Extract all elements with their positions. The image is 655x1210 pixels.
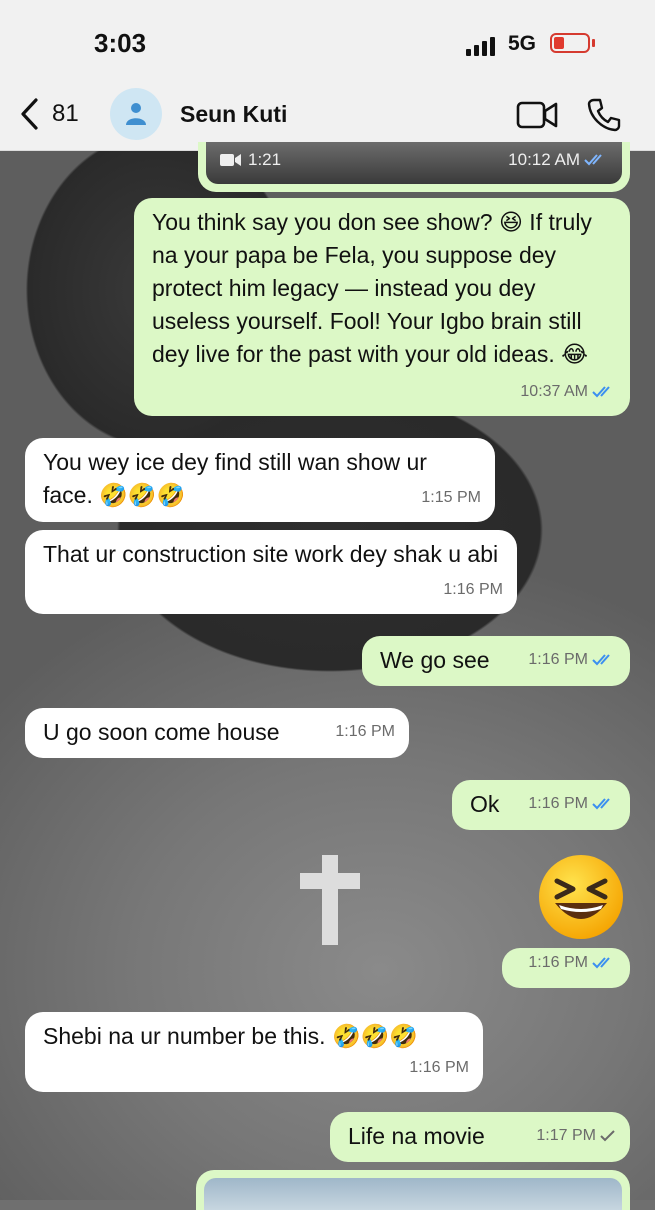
message-time: 1:17 PM [536,1127,596,1144]
message-time: 1:16 PM [528,954,588,971]
message-time: 10:12 AM [508,150,580,169]
message-time: 1:16 PM [409,1059,469,1076]
video-call-icon[interactable] [516,100,558,130]
message-time: 1:16 PM [528,795,588,812]
outgoing-message[interactable]: Ok 1:16 PM [452,780,630,830]
back-chevron-icon[interactable] [18,97,40,131]
status-time: 3:03 [94,28,147,58]
read-ticks-icon [592,797,610,809]
phone-call-icon[interactable] [586,97,622,133]
video-message-bubble[interactable]: 1:21 10:12 AM [198,142,630,192]
message-text: We go see [380,647,490,673]
incoming-message[interactable]: Shebi na ur number be this. 🤣🤣🤣 1:16 PM [25,1012,483,1092]
message-time: 1:15 PM [421,489,481,506]
message-text: Shebi na ur number be this. 🤣🤣🤣 [43,1023,418,1049]
message-text: That ur construction site work dey shak … [43,541,499,567]
image-message-bubble[interactable] [196,1170,630,1210]
message-time: 10:37 AM [520,383,588,400]
outgoing-message[interactable]: We go see 1:16 PM [362,636,630,686]
message-text: U go soon come house [43,719,280,745]
contact-name[interactable]: Seun Kuti [180,101,287,128]
incoming-message[interactable]: You wey ice dey find still wan show ur f… [25,438,495,522]
message-text: You wey ice dey find still wan show ur f… [43,449,427,508]
contact-avatar[interactable] [110,88,162,140]
incoming-message[interactable]: U go soon come house 1:16 PM [25,708,409,758]
signal-icon [466,37,495,56]
read-ticks-icon [592,653,610,665]
network-label: 5G [508,32,537,55]
incoming-message[interactable]: That ur construction site work dey shak … [25,530,517,614]
outgoing-message-time[interactable]: 1:16 PM [502,948,630,988]
read-ticks-icon [592,385,610,397]
chat-header: 3:03 5G 81 Seun Kuti [0,0,655,151]
read-ticks-icon [584,154,602,166]
message-text: Life na movie [348,1123,485,1149]
message-time: 1:16 PM [528,651,588,668]
person-icon [126,103,146,125]
squinting-laugh-emoji[interactable] [537,853,625,941]
outgoing-message[interactable]: Life na movie 1:17 PM [330,1112,630,1162]
cross-pendant-decor [300,855,360,945]
back-unread-count[interactable]: 81 [52,100,79,128]
outgoing-message[interactable]: You think say you don see show? 😆 If tru… [134,198,630,416]
video-duration: 1:21 [248,150,282,169]
message-text: Ok [470,791,500,817]
message-text: You think say you don see show? 😆 If tru… [152,209,592,367]
video-camera-icon [220,154,241,166]
message-time: 1:16 PM [443,581,503,598]
message-time: 1:16 PM [335,723,395,740]
read-ticks-icon [592,956,610,968]
battery-icon [550,33,590,53]
sent-tick-icon [600,1129,615,1141]
